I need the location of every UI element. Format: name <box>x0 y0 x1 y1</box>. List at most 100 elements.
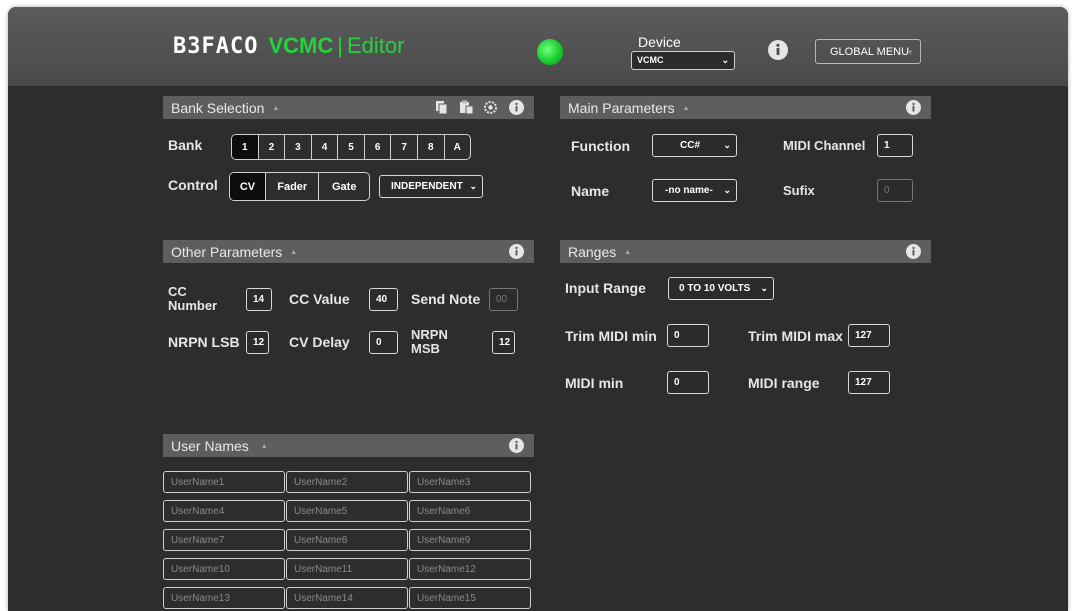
global-menu-label: GLOBAL MENU <box>830 45 910 58</box>
app-window: B3FACO VCMC | Editor Device VCMC ⌄ GLOBA… <box>8 7 1068 611</box>
user-name-input-3[interactable]: UserName3 <box>409 471 531 493</box>
bank-button-2[interactable]: 2 <box>259 135 286 159</box>
input-range-select-value: 0 TO 10 VOLTS <box>679 283 751 294</box>
trim-midi-min-input[interactable]: 0 <box>667 324 709 347</box>
ranges-title: Ranges <box>568 243 617 260</box>
settings-icon[interactable] <box>483 100 498 115</box>
main-parameters-header[interactable]: Main Parameters ▲ <box>560 96 931 119</box>
sufix-input[interactable]: 0 <box>877 179 913 202</box>
bank-button-3[interactable]: 3 <box>285 135 312 159</box>
sufix-label: Sufix <box>783 183 815 198</box>
bank-button-group: 1 2 3 4 5 6 7 8 A <box>231 134 471 160</box>
nrpn-msb-input[interactable]: 12 <box>492 331 515 354</box>
midi-range-input[interactable]: 127 <box>848 371 890 394</box>
info-icon[interactable] <box>509 438 524 453</box>
user-name-input-12[interactable]: UserName12 <box>409 558 531 580</box>
collapse-icon[interactable]: ▲ <box>683 105 690 112</box>
function-label: Function <box>571 138 631 154</box>
collapse-icon[interactable]: ▲ <box>624 249 631 256</box>
device-select[interactable]: VCMC ⌄ <box>631 51 735 70</box>
user-names-header[interactable]: User Names ▲ <box>163 434 534 457</box>
bank-button-8[interactable]: 8 <box>418 135 445 159</box>
info-icon[interactable] <box>906 100 921 115</box>
device-label: Device <box>638 34 681 50</box>
send-note-input[interactable]: 00 <box>489 288 518 311</box>
user-name-input-7[interactable]: UserName7 <box>163 529 285 551</box>
midi-min-input[interactable]: 0 <box>667 371 709 394</box>
user-name-input-5[interactable]: UserName5 <box>286 500 408 522</box>
cc-value-label: CC Value <box>289 291 350 307</box>
send-note-label: Send Note <box>411 291 481 307</box>
name-select[interactable]: -no name- ⌄ <box>652 179 737 202</box>
user-name-input-10[interactable]: UserName10 <box>163 558 285 580</box>
bank-button-6[interactable]: 6 <box>365 135 392 159</box>
nrpn-lsb-label: NRPN LSB <box>168 334 240 350</box>
cc-number-input[interactable]: 14 <box>246 288 272 311</box>
chevron-down-icon: ⌄ <box>721 54 729 65</box>
global-menu-button[interactable]: GLOBAL MENU ▼ <box>815 39 921 64</box>
ranges-header[interactable]: Ranges ▲ <box>560 240 931 263</box>
control-button-fader[interactable]: Fader <box>266 173 320 200</box>
user-names-title: User Names <box>171 437 249 454</box>
midi-channel-input[interactable]: 1 <box>877 134 913 157</box>
mode-select[interactable]: INDEPENDENT ⌄ <box>379 175 483 198</box>
collapse-icon[interactable]: ▲ <box>290 249 297 256</box>
main-parameters-title: Main Parameters <box>568 99 675 116</box>
info-icon[interactable] <box>906 244 921 259</box>
cc-value-input[interactable]: 40 <box>369 288 398 311</box>
input-range-label: Input Range <box>565 280 646 296</box>
nrpn-lsb-input[interactable]: 12 <box>246 331 269 354</box>
function-select[interactable]: CC# ⌄ <box>652 134 737 157</box>
bank-button-4[interactable]: 4 <box>312 135 339 159</box>
name-label: Name <box>571 183 610 199</box>
control-button-group: CV Fader Gate <box>229 172 370 201</box>
midi-min-label: MIDI min <box>565 375 624 391</box>
connection-led-icon <box>537 39 563 65</box>
user-name-input-14[interactable]: UserName14 <box>286 587 408 609</box>
user-name-input-13[interactable]: UserName13 <box>163 587 285 609</box>
caret-down-icon: ▼ <box>906 48 914 57</box>
control-button-gate[interactable]: Gate <box>319 173 369 200</box>
mode-select-value: INDEPENDENT <box>391 181 463 192</box>
user-name-input-4[interactable]: UserName4 <box>163 500 285 522</box>
info-icon[interactable] <box>509 244 524 259</box>
editor-label: Editor <box>346 33 405 58</box>
user-name-input-9[interactable]: UserName9 <box>409 529 531 551</box>
user-name-input-2[interactable]: UserName2 <box>286 471 408 493</box>
chevron-down-icon: ⌄ <box>760 282 768 293</box>
trim-midi-max-input[interactable]: 127 <box>848 324 890 347</box>
bank-selection-header[interactable]: Bank Selection ▲ <box>163 96 534 119</box>
bank-selection-title: Bank Selection <box>171 99 265 116</box>
other-parameters-header[interactable]: Other Parameters ▲ <box>163 240 534 263</box>
trim-midi-max-label: Trim MIDI max <box>748 328 843 344</box>
user-name-input-11[interactable]: UserName11 <box>286 558 408 580</box>
collapse-icon[interactable]: ▲ <box>272 105 279 112</box>
function-select-value: CC# <box>680 140 701 151</box>
info-icon[interactable] <box>509 100 524 115</box>
user-name-input-8[interactable]: UserName8 <box>286 529 408 551</box>
chevron-down-icon: ⌄ <box>469 180 477 191</box>
input-range-select[interactable]: 0 TO 10 VOLTS ⌄ <box>668 277 774 300</box>
user-name-input-6[interactable]: UserName6 <box>409 500 531 522</box>
collapse-icon[interactable]: ▲ <box>261 443 268 450</box>
bank-button-1[interactable]: 1 <box>232 135 259 159</box>
control-button-cv[interactable]: CV <box>230 173 266 200</box>
paste-icon[interactable] <box>459 100 474 115</box>
top-bar: B3FACO VCMC | Editor Device VCMC ⌄ GLOBA… <box>8 7 1068 86</box>
cv-delay-label: CV Delay <box>289 334 350 350</box>
bank-label: Bank <box>168 137 203 153</box>
name-select-value: -no name- <box>665 185 713 196</box>
info-icon[interactable] <box>768 40 788 60</box>
bank-button-7[interactable]: 7 <box>391 135 418 159</box>
bank-button-a[interactable]: A <box>445 135 471 159</box>
cc-number-label: CC Number <box>168 284 218 313</box>
chevron-down-icon: ⌄ <box>723 139 731 150</box>
copy-icon[interactable] <box>434 100 449 115</box>
user-name-input-1[interactable]: UserName1 <box>163 471 285 493</box>
device-select-value: VCMC <box>637 55 664 65</box>
user-name-input-15[interactable]: UserName15 <box>409 587 531 609</box>
midi-channel-label: MIDI Channel <box>783 138 866 153</box>
cv-delay-input[interactable]: 0 <box>369 331 398 354</box>
other-parameters-title: Other Parameters <box>171 243 283 260</box>
bank-button-5[interactable]: 5 <box>338 135 365 159</box>
